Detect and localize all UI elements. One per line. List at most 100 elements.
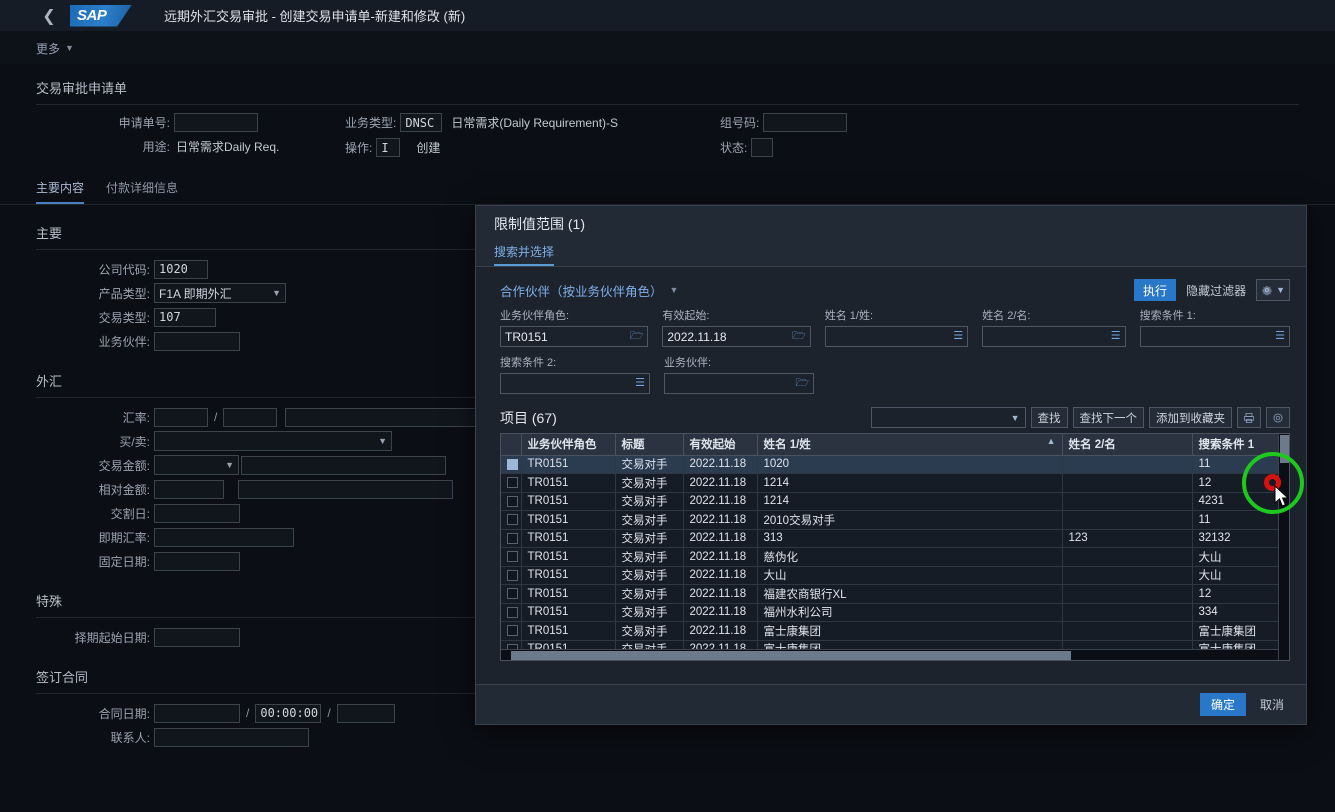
row-checkbox-cell[interactable] <box>501 510 522 530</box>
tab-payment-details[interactable]: 付款详细信息 <box>106 179 178 204</box>
product-type-select[interactable]: F1A 即期外汇 ▼ <box>154 283 286 303</box>
deal-amount-currency-select[interactable]: ▼ <box>154 455 239 475</box>
filter-input[interactable]: 🗁 <box>664 373 814 394</box>
deal-amount-input[interactable] <box>241 455 446 475</box>
value-help-icon[interactable]: 🗁 <box>795 378 809 389</box>
cell-title: 交易对手 <box>615 547 684 567</box>
cancel-button[interactable]: 取消 <box>1260 696 1284 713</box>
table-row[interactable]: TR0151 交易对手 2022.11.18 福建农商银行XL 12 <box>501 584 1289 604</box>
counter-amount-input-1[interactable] <box>154 479 224 499</box>
contract-extra-input[interactable] <box>336 703 395 723</box>
filter-group-selector[interactable]: 合作伙伴（按业务伙伴角色） ▼ <box>500 281 678 300</box>
table-vertical-scrollbar[interactable] <box>1278 434 1289 660</box>
filter-input[interactable]: TR0151 🗁 <box>500 326 649 347</box>
row-checkbox-cell[interactable] <box>501 492 522 511</box>
column-name1[interactable]: 姓名 1/姓 ▲ <box>757 434 1063 456</box>
scrollbar-thumb[interactable] <box>1280 435 1289 463</box>
row-checkbox[interactable] <box>507 458 518 470</box>
table-row[interactable]: TR0151 交易对手 2022.11.18 1020 11 <box>501 455 1289 474</box>
company-code-input[interactable]: 1020 <box>154 259 208 279</box>
row-checkbox-cell[interactable] <box>501 584 522 604</box>
scrollbar-thumb[interactable] <box>511 651 1071 660</box>
operation-input[interactable]: I <box>376 138 401 157</box>
row-checkbox-cell[interactable] <box>501 473 522 493</box>
row-checkbox[interactable] <box>507 569 518 581</box>
row-checkbox[interactable] <box>507 551 518 563</box>
value-help-icon[interactable]: 🗁 <box>792 331 806 342</box>
table-row[interactable]: TR0151交易对手2022.11.18富士康集团富士康集团 <box>501 621 1289 641</box>
row-checkbox[interactable] <box>507 495 518 507</box>
table-horizontal-scrollbar[interactable] <box>501 649 1278 660</box>
execute-button[interactable]: 执行 <box>1134 279 1177 301</box>
group-no-input[interactable] <box>763 113 848 132</box>
table-row[interactable]: TR0151 交易对手 2022.11.18 福州水利公司 334 <box>501 603 1289 622</box>
buy-sell-select[interactable]: ▼ <box>154 431 392 451</box>
row-checkbox-cell[interactable] <box>501 621 522 641</box>
filter-input[interactable]: ☰ <box>824 326 969 347</box>
table-row[interactable]: TR0151 交易对手 2022.11.18 1214 4231 <box>501 492 1289 511</box>
rate-input-2[interactable] <box>223 407 278 427</box>
filter-settings-button[interactable]: ▼ <box>1256 279 1290 301</box>
option-start-date-input[interactable] <box>154 627 240 647</box>
multi-value-help-icon[interactable]: ☰ <box>1275 331 1285 342</box>
find-button[interactable]: 查找 <box>1030 407 1068 428</box>
multi-value-help-icon[interactable]: ☰ <box>635 378 645 389</box>
sap-logo[interactable]: SAP <box>70 4 132 27</box>
row-checkbox-cell[interactable] <box>501 566 522 585</box>
table-settings-button[interactable] <box>1266 407 1290 428</box>
deal-type-input[interactable]: 107 <box>154 307 216 327</box>
apply-no-input[interactable] <box>174 113 258 132</box>
row-checkbox[interactable] <box>507 606 518 618</box>
contract-time-input[interactable]: 00:00:00 <box>255 703 322 723</box>
row-checkbox[interactable] <box>507 477 518 489</box>
table-row[interactable]: TR0151 交易对手 2022.11.18 313 123 32132 <box>501 529 1289 548</box>
filter-input[interactable]: ☰ <box>500 373 650 394</box>
status-input[interactable] <box>751 138 774 157</box>
business-partner-input[interactable] <box>154 331 240 351</box>
value-help-icon[interactable]: 🗁 <box>630 331 644 342</box>
filter-input[interactable]: 2022.11.18 🗁 <box>662 326 811 347</box>
search-combo[interactable]: ▼ <box>870 407 1026 428</box>
rate-input-1[interactable] <box>154 407 208 427</box>
row-checkbox-cell[interactable] <box>501 455 522 474</box>
back-icon[interactable]: ❮ <box>34 0 64 32</box>
contract-date-input[interactable] <box>154 703 240 723</box>
column-title[interactable]: 标题 <box>615 434 684 456</box>
column-search-term-1[interactable]: 搜索条件 1 <box>1192 434 1289 456</box>
buy-sell-label: 买/卖: <box>119 434 150 449</box>
filter-input[interactable]: ☰ <box>982 326 1126 347</box>
tab-main-content[interactable]: 主要内容 <box>36 179 85 204</box>
settlement-date-input[interactable] <box>154 503 240 523</box>
tab-search-and-select[interactable]: 搜索并选择 <box>494 243 555 266</box>
fixed-date-input[interactable] <box>154 551 240 571</box>
table-row[interactable]: TR0151 交易对手 2022.11.18 大山 大山 <box>501 566 1289 585</box>
column-bp-role[interactable]: 业务伙伴角色 <box>521 434 616 456</box>
counter-amount-input-2[interactable] <box>238 479 453 499</box>
table-row[interactable]: TR0151 交易对手 2022.11.18 1214 12 <box>501 473 1289 493</box>
row-checkbox[interactable] <box>507 625 518 637</box>
table-row[interactable]: TR0151 交易对手 2022.11.18 慈伪化 大山 <box>501 547 1289 567</box>
print-button[interactable] <box>1237 407 1261 428</box>
add-to-favorites-button[interactable]: 添加到收藏夹 <box>1149 407 1232 428</box>
spot-rate-input[interactable] <box>154 527 294 547</box>
biz-type-input[interactable]: DNSC <box>400 113 443 132</box>
table-row[interactable]: TR0151 交易对手 2022.11.18 2010交易对手 11 <box>501 510 1289 530</box>
row-checkbox-cell[interactable] <box>501 529 522 548</box>
column-valid-from[interactable]: 有效起始 <box>683 434 758 456</box>
multi-value-help-icon[interactable]: ☰ <box>953 331 963 342</box>
row-checkbox[interactable] <box>507 532 518 544</box>
row-checkbox-cell[interactable] <box>501 603 522 622</box>
fixed-date-label: 固定日期: <box>98 554 150 569</box>
column-name2[interactable]: 姓名 2/名 <box>1062 434 1193 456</box>
row-checkbox-cell[interactable] <box>501 547 522 567</box>
multi-value-help-icon[interactable]: ☰ <box>1111 331 1121 342</box>
filter-input[interactable]: ☰ <box>1139 326 1290 347</box>
contact-person-input[interactable] <box>154 727 309 747</box>
ok-button[interactable]: 确定 <box>1199 693 1246 716</box>
find-next-button[interactable]: 查找下一个 <box>1072 407 1144 428</box>
row-checkbox[interactable] <box>507 514 518 526</box>
row-checkbox[interactable] <box>507 588 518 600</box>
hide-filter-button[interactable]: 隐藏过滤器 <box>1186 282 1246 299</box>
column-select-all[interactable] <box>501 434 522 456</box>
more-button[interactable]: 更多 ▼ <box>36 40 74 57</box>
